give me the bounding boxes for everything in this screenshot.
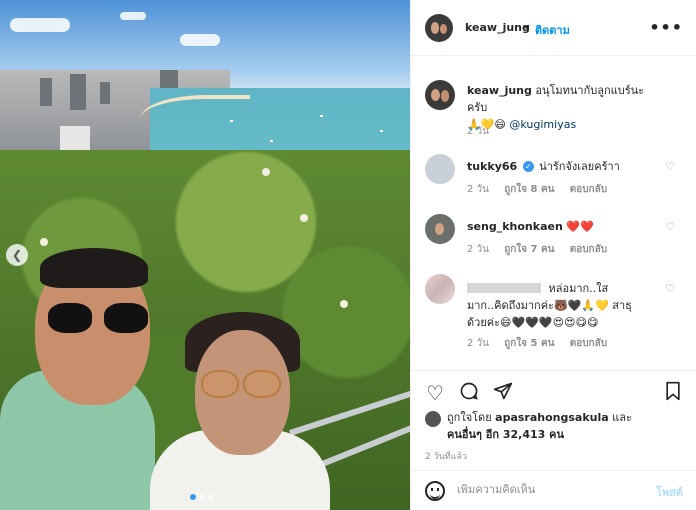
likes-prefix: ถูกใจโดย (447, 411, 492, 424)
comment-likes[interactable]: ถูกใจ 7 คน (504, 244, 554, 255)
caption: keaw_jung อนุโมทนากับลูกแบร์นะครับ 🙏💛😄 @… (425, 78, 695, 148)
liker-username[interactable]: apasrahongsakula (495, 411, 609, 424)
post-header: keaw_jung • ติดตาม ••• (411, 0, 696, 56)
comment-reply-button[interactable]: ตอบกลับ (570, 338, 607, 349)
verified-badge-icon: ✓ (522, 161, 534, 172)
photo-cloud (10, 18, 70, 32)
author-username[interactable]: keaw_jung (465, 21, 530, 34)
comments-list: keaw_jung อนุโมทนากับลูกแบร์นะครับ 🙏💛😄 @… (411, 56, 696, 370)
photo-flower (40, 238, 48, 246)
comment-reply-button[interactable]: ตอบกลับ (570, 184, 607, 195)
comment-text-line2: มาก..คิดถึงมากค่ะ🐻🖤🙏💛 สาธุ (467, 299, 632, 312)
comment-username[interactable]: tukky66 (467, 160, 517, 173)
comment-avatar[interactable] (425, 214, 455, 244)
photo-flower (262, 168, 270, 176)
comment-text-block: หล่อมาก..ใส มาก..คิดถึงมากค่ะ🐻🖤🙏💛 สาธุ ด… (467, 280, 663, 331)
comment-time[interactable]: 2 วัน (467, 184, 489, 195)
man-sunglasses-right (104, 303, 148, 333)
man-sunglasses-left (48, 303, 92, 333)
photo-cloud (120, 12, 146, 20)
photo-boat (270, 140, 273, 142)
photo-flower (300, 214, 308, 222)
comment-text: ❤️❤️ (566, 220, 594, 233)
photo-boat (320, 115, 323, 117)
comment-time[interactable]: 2 วัน (467, 244, 489, 255)
post-comment-button[interactable]: โพสต์ (656, 483, 683, 501)
carousel-dot-active (190, 494, 196, 500)
comment-like-icon[interactable]: ♡ (665, 220, 675, 233)
comment-username[interactable]: seng_khonkaen (467, 220, 563, 233)
more-options-icon[interactable]: ••• (649, 18, 683, 37)
comment-input[interactable] (457, 483, 637, 496)
caption-time[interactable]: 2 วัน (467, 126, 489, 137)
comment-text-line1: หล่อมาก..ใส (548, 282, 609, 295)
comment-meta: 2 วัน ถูกใจ 8 คน ตอบกลับ (467, 182, 607, 197)
carousel-dot (199, 494, 205, 500)
carousel-prev-button[interactable]: ❮ (6, 244, 28, 266)
comment-like-icon[interactable]: ♡ (665, 160, 675, 173)
comment-likes[interactable]: ถูกใจ 5 คน (504, 338, 554, 349)
photo-building (100, 82, 110, 104)
post-photo[interactable]: ❮ (0, 0, 410, 510)
woman-glasses-left (201, 370, 239, 398)
comment-text-line3: ด้วยค่ะ😄🖤🖤🖤😍😍😋😋 (467, 316, 599, 329)
comment-icon[interactable] (457, 381, 481, 405)
caption-mention[interactable]: @kugimiyas (509, 118, 576, 131)
caption-text-block: keaw_jung อนุโมทนากับลูกแบร์นะครับ 🙏💛😄 @… (467, 82, 663, 133)
author-avatar[interactable] (425, 14, 453, 42)
emoji-icon[interactable] (425, 481, 445, 501)
comment-avatar-blurred[interactable] (425, 274, 455, 304)
caption-username[interactable]: keaw_jung (467, 84, 532, 97)
comment-item: tukky66 ✓ น่ารักจังเลยคร้าา ♡ 2 วัน ถูกใ… (425, 152, 695, 208)
man-hair (40, 248, 148, 288)
comment-likes[interactable]: ถูกใจ 8 คน (504, 184, 554, 195)
bookmark-icon[interactable] (661, 381, 685, 405)
photo-building (40, 78, 52, 106)
photo-boat (230, 120, 233, 122)
share-icon[interactable] (491, 381, 515, 405)
photo-boat (380, 130, 383, 132)
comment-text-block: tukky66 ✓ น่ารักจังเลยคร้าา (467, 158, 663, 175)
comment-reply-button[interactable]: ตอบกลับ (570, 244, 607, 255)
likes-others[interactable]: คนอื่นๆ อีก 32,413 คน (447, 428, 564, 441)
comment-avatar[interactable] (425, 154, 455, 184)
like-heart-icon[interactable]: ♡ (423, 381, 447, 405)
follow-button[interactable]: ติดตาม (535, 21, 570, 39)
photo-flower (340, 300, 348, 308)
comment-meta: 2 วัน ถูกใจ 5 คน ตอบกลับ (467, 336, 607, 351)
caption-meta: 2 วัน (467, 124, 489, 139)
post-timestamp[interactable]: 2 วันที่แล้ว (425, 449, 467, 463)
post-side-panel: keaw_jung • ติดตาม ••• keaw_jung อนุโมทน… (410, 0, 696, 510)
header-separator: • (523, 21, 530, 34)
woman-glasses-right (243, 370, 281, 398)
comment-meta: 2 วัน ถูกใจ 7 คน ตอบกลับ (467, 242, 607, 257)
comment-text: น่ารักจังเลยคร้าา (539, 160, 620, 173)
comment-username-blurred[interactable] (467, 283, 541, 293)
comment-time[interactable]: 2 วัน (467, 338, 489, 349)
liker-avatar[interactable] (425, 411, 441, 427)
comment-like-icon[interactable]: ♡ (665, 282, 675, 295)
caption-avatar[interactable] (425, 80, 455, 110)
comment-text-block: seng_khonkaen ❤️❤️ (467, 218, 663, 235)
likes-and: และ (612, 411, 632, 424)
post-actions: ♡ ถูกใจโดย apasrahongsakula และ คนอื่นๆ … (411, 370, 696, 478)
carousel-dot (208, 494, 214, 500)
comment-item: seng_khonkaen ❤️❤️ ♡ 2 วัน ถูกใจ 7 คน ตอ… (425, 212, 695, 268)
photo-building (70, 74, 86, 110)
add-comment-bar: โพสต์ (411, 470, 696, 510)
comment-item: หล่อมาก..ใส มาก..คิดถึงมากค่ะ🐻🖤🙏💛 สาธุ ด… (425, 274, 695, 368)
photo-cloud (180, 34, 220, 46)
carousel-dots (190, 494, 214, 500)
